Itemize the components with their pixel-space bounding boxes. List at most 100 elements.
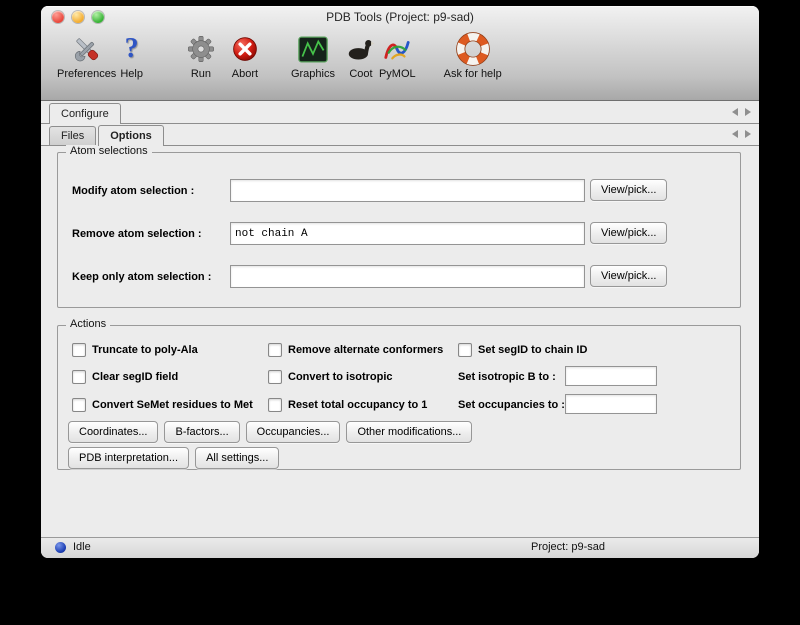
tab-configure-label: Configure [61,108,109,120]
tab-options-label: Options [110,130,152,142]
set-isotropic-b-label: Set isotropic B to : [458,371,556,383]
checkbox-box[interactable] [268,398,282,412]
checkbox-box[interactable] [268,370,282,384]
configure-tab-bar: Configure [41,102,759,124]
checkbox-box[interactable] [268,343,282,357]
preferences-icon [72,31,102,67]
checkbox-convert-semet-to-met[interactable]: Convert SeMet residues to Met [72,397,253,412]
set-isotropic-b-input[interactable] [565,366,657,386]
remove-atom-selection-row: Remove atom selection : View/pick... [58,222,740,246]
inner-tab-scroll-arrows [732,130,751,145]
inner-tab-scroll-left-icon[interactable] [732,130,738,138]
tab-files[interactable]: Files [49,126,96,145]
checkbox-convert-to-isotropic[interactable]: Convert to isotropic [268,369,393,384]
question-mark-glyph: ? [125,33,139,65]
checkbox-remove-alternate-conformers[interactable]: Remove alternate conformers [268,342,443,357]
actions-buttons-row-2: PDB interpretation... All settings... [68,447,279,469]
toolbar: Preferences ? Help [41,28,759,101]
checkbox-set-segid-to-chain-id[interactable]: Set segID to chain ID [458,342,587,357]
status-indicator-icon [55,542,66,553]
graphics-icon [298,31,328,67]
keep-only-atom-selection-input[interactable] [230,265,585,288]
run-gear-icon [187,31,215,67]
tab-configure[interactable]: Configure [49,103,121,124]
keep-view-pick-button[interactable]: View/pick... [590,265,667,287]
checkbox-clear-segid-field-label: Clear segID field [92,371,178,383]
b-factors-button[interactable]: B-factors... [164,421,239,443]
tab-files-label: Files [61,130,84,142]
checkbox-clear-segid-field[interactable]: Clear segID field [72,369,178,384]
checkbox-reset-total-occupancy-label: Reset total occupancy to 1 [288,399,427,411]
checkbox-set-segid-to-chain-id-label: Set segID to chain ID [478,344,587,356]
other-modifications-button[interactable]: Other modifications... [346,421,472,443]
toolbar-preferences[interactable]: Preferences [57,31,116,80]
toolbar-abort[interactable]: Abort [231,31,259,80]
titlebar: PDB Tools (Project: p9-sad) [41,6,759,28]
checkbox-convert-to-isotropic-label: Convert to isotropic [288,371,393,383]
toolbar-graphics-label: Graphics [291,68,335,80]
actions-buttons-row-1: Coordinates... B-factors... Occupancies.… [68,421,472,443]
zoom-button[interactable] [92,11,104,23]
tab-scroll-right-icon[interactable] [745,108,751,116]
checkbox-box[interactable] [72,398,86,412]
modify-atom-selection-label: Modify atom selection : [72,185,194,197]
toolbar-run[interactable]: Run [187,31,215,80]
modify-atom-selection-input[interactable] [230,179,585,202]
toolbar-pymol-label: PyMOL [379,68,416,80]
remove-atom-selection-label: Remove atom selection : [72,228,202,240]
toolbar-help-label: Help [120,68,143,80]
files-options-tab-bar: Files Options [41,124,759,146]
occupancies-button[interactable]: Occupancies... [246,421,341,443]
coordinates-button[interactable]: Coordinates... [68,421,158,443]
toolbar-ask-for-help-label: Ask for help [444,68,502,80]
actions-group: Actions Truncate to poly-Ala Remove alte… [57,325,741,470]
pdb-interpretation-button[interactable]: PDB interpretation... [68,447,189,469]
modify-atom-selection-row: Modify atom selection : View/pick... [58,179,740,203]
checkbox-box[interactable] [72,343,86,357]
pdb-tools-window: PDB Tools (Project: p9-sad) [41,6,759,558]
checkbox-remove-alternate-conformers-label: Remove alternate conformers [288,344,443,356]
atom-selections-group: Atom selections Modify atom selection : … [57,152,741,308]
abort-icon [231,31,259,67]
toolbar-pymol[interactable]: PyMOL [379,31,416,80]
status-bar: Idle Project: p9-sad [41,537,759,558]
help-icon: ? [125,31,139,67]
toolbar-ask-for-help[interactable]: Ask for help [444,31,502,80]
checkbox-truncate-poly-ala[interactable]: Truncate to poly-Ala [72,342,198,357]
window-title: PDB Tools (Project: p9-sad) [41,6,759,28]
minimize-button[interactable] [72,11,84,23]
inner-tab-scroll-right-icon[interactable] [745,130,751,138]
toolbar-abort-label: Abort [232,68,258,80]
checkbox-convert-semet-to-met-label: Convert SeMet residues to Met [92,399,253,411]
set-occupancies-label: Set occupancies to : [458,399,565,411]
toolbar-coot-label: Coot [349,68,372,80]
tab-scroll-left-icon[interactable] [732,108,738,116]
checkbox-truncate-poly-ala-label: Truncate to poly-Ala [92,344,198,356]
status-text: Idle [73,541,91,553]
close-button[interactable] [52,11,64,23]
remove-atom-selection-input[interactable] [230,222,585,245]
tab-scroll-arrows [732,108,751,123]
set-occupancies-input[interactable] [565,394,657,414]
keep-only-atom-selection-label: Keep only atom selection : [72,271,211,283]
checkbox-box[interactable] [458,343,472,357]
lifebuoy-icon [456,31,490,67]
toolbar-run-label: Run [191,68,211,80]
remove-view-pick-button[interactable]: View/pick... [590,222,667,244]
pymol-icon [382,31,412,67]
keep-only-atom-selection-row: Keep only atom selection : View/pick... [58,265,740,289]
coot-bird-icon [347,31,375,67]
actions-title: Actions [66,318,110,330]
toolbar-coot[interactable]: Coot [347,31,375,80]
checkbox-box[interactable] [72,370,86,384]
traffic-lights [52,11,104,23]
tab-options[interactable]: Options [98,125,164,146]
toolbar-graphics[interactable]: Graphics [291,31,335,80]
window-header: PDB Tools (Project: p9-sad) [41,6,759,101]
all-settings-button[interactable]: All settings... [195,447,279,469]
toolbar-preferences-label: Preferences [57,68,116,80]
status-project: Project: p9-sad [531,541,605,553]
checkbox-reset-total-occupancy[interactable]: Reset total occupancy to 1 [268,397,427,412]
toolbar-help[interactable]: ? Help [120,31,143,80]
modify-view-pick-button[interactable]: View/pick... [590,179,667,201]
